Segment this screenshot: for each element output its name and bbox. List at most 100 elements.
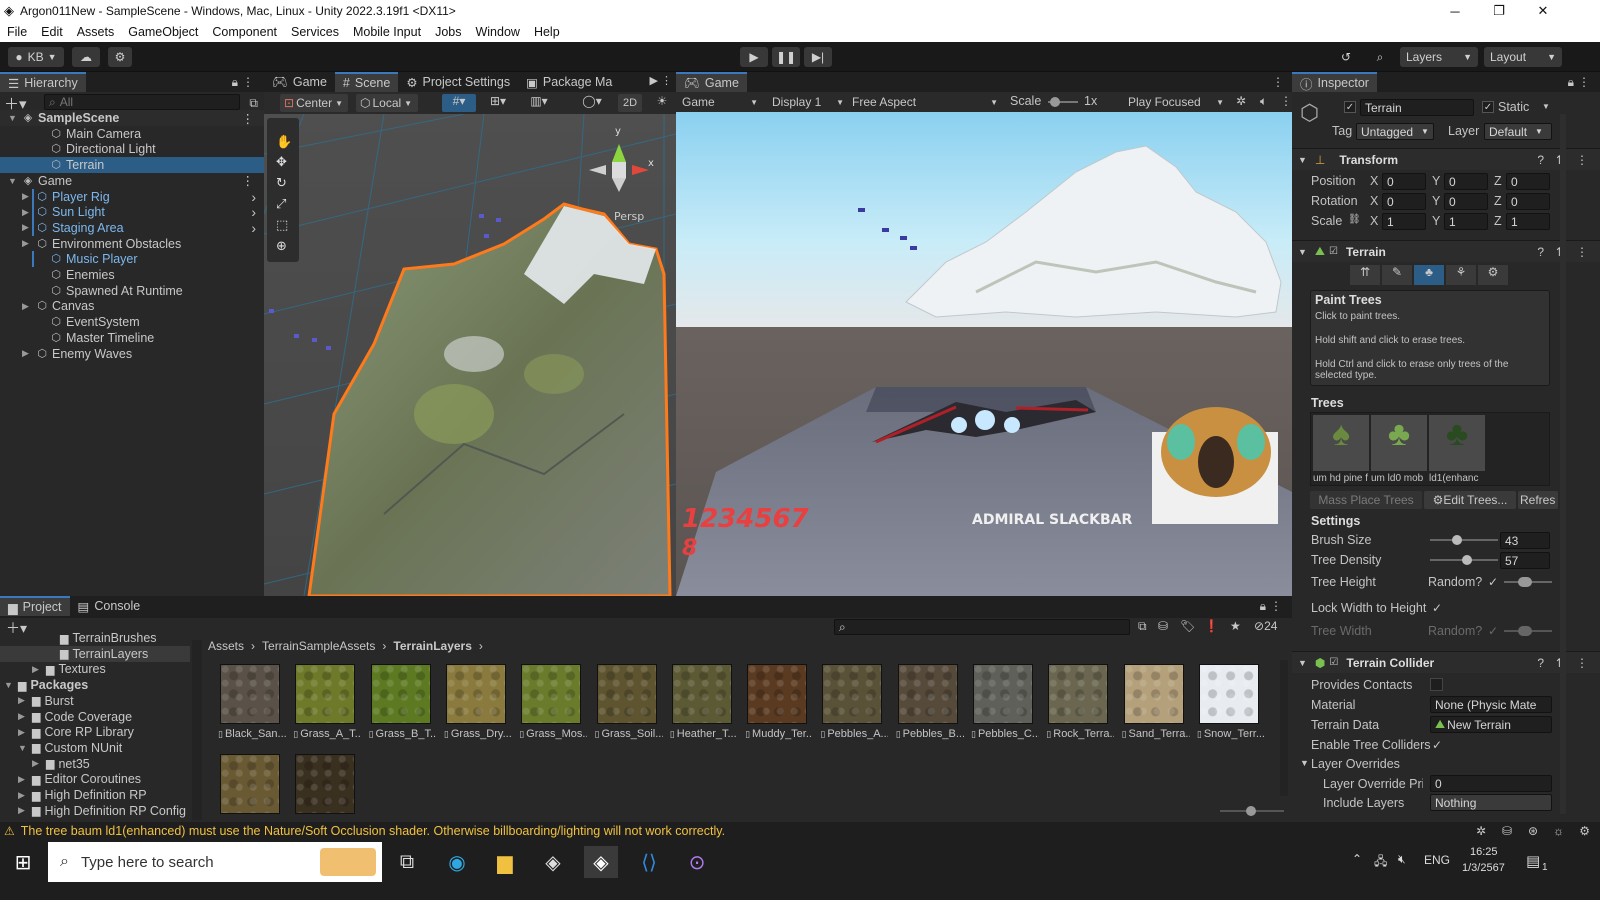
enabled-checkbox[interactable]: ☑ <box>1329 657 1338 668</box>
asset-thumbnail[interactable] <box>220 754 280 814</box>
asset-thumbnail[interactable] <box>445 664 506 724</box>
collab-button[interactable]: ⚙ <box>108 47 132 67</box>
network-icon[interactable]: 🖧︎ <box>1374 852 1387 873</box>
range-handle[interactable] <box>1518 626 1532 636</box>
project-folder-item[interactable]: ▼ ▆ Packages <box>0 677 190 693</box>
menu-edit[interactable]: Edit <box>34 25 70 39</box>
transform-y-field[interactable]: 0 <box>1444 173 1488 190</box>
layers-dropdown[interactable]: Layers ▼ <box>1400 47 1478 67</box>
scale-slider-handle[interactable] <box>1050 97 1060 107</box>
menu-component[interactable]: Component <box>205 25 284 39</box>
hierarchy-item[interactable]: ▶ ⬡ Enemy Waves <box>0 346 264 362</box>
vscode-taskbar-button[interactable]: ⟨⟩ <box>632 846 666 878</box>
play-button[interactable]: ▶ <box>740 47 768 67</box>
github-desktop-taskbar-button[interactable]: ⊙ <box>680 846 714 878</box>
asset-thumbnail[interactable] <box>295 664 356 724</box>
status-message[interactable]: The tree baum ld1(enhanced) must use the… <box>21 824 725 838</box>
chevron-right-icon[interactable]: › <box>251 189 256 205</box>
tab-project-settings[interactable]: ⚙ Project Settings <box>398 72 518 92</box>
warning-filter-icon[interactable]: ❗ <box>1204 619 1219 633</box>
tab-console[interactable]: ▤ Console <box>70 596 149 616</box>
tab-inspector[interactable]: ⓘ Inspector <box>1292 72 1377 92</box>
play-mode-dropdown[interactable]: Play Focused ▼ <box>1124 93 1228 111</box>
transform-y-field[interactable]: 1 <box>1444 213 1488 230</box>
project-folder-item[interactable]: ▶ ▆ Editor Coroutines <box>0 771 190 787</box>
project-search-input[interactable]: ⌕ <box>834 619 1130 635</box>
debug-icon[interactable]: ✲ <box>1476 824 1486 838</box>
tab-project[interactable]: ▆ Project <box>0 596 70 616</box>
tree-thumb-mob[interactable]: ♣ <box>1371 415 1427 471</box>
clock-date[interactable]: 1/3/2567 <box>1462 862 1505 874</box>
project-folder-item[interactable]: ▶ ▆ Core RP Library <box>0 724 190 740</box>
chevron-right-icon[interactable]: ▶ <box>18 805 32 816</box>
account-dropdown[interactable]: ● KB ▼ <box>8 47 64 67</box>
menu-window[interactable]: Window <box>468 25 526 39</box>
tab-game[interactable]: 🎮︎ Game <box>264 72 335 92</box>
chevron-down-icon[interactable]: ▼ <box>18 743 32 753</box>
unity-editor-taskbar-button[interactable]: ◈ <box>584 846 618 878</box>
project-folder-item[interactable]: ▆ TerrainLayers <box>0 645 190 662</box>
hierarchy-item[interactable]: ⬡ Directional Light <box>0 141 264 157</box>
edge-taskbar-button[interactable]: ◉ <box>440 846 474 878</box>
hierarchy-item[interactable]: ⬡ EventSystem <box>0 314 264 330</box>
terrain-settings-tool[interactable]: ⚙ <box>1478 265 1508 285</box>
lock-icon[interactable]: 🔒︎ <box>1260 599 1266 614</box>
clock-time[interactable]: 16:25 <box>1470 846 1498 858</box>
project-folder-item[interactable]: ▶ ▆ Burst <box>0 693 190 709</box>
transform-x-field[interactable]: 0 <box>1382 173 1426 190</box>
tree-density-field[interactable]: 57 <box>1500 552 1550 569</box>
favorites-icon[interactable]: ★ <box>1230 619 1241 633</box>
unity-hub-taskbar-button[interactable]: ◈ <box>536 846 570 878</box>
notification-icon[interactable]: ▤ <box>1526 852 1540 870</box>
chevron-down-icon[interactable]: ▼ <box>1300 758 1309 768</box>
project-folder-item[interactable]: ▶ ▆ High Definition RP <box>0 787 190 803</box>
static-checkbox[interactable]: ✓ <box>1482 101 1494 113</box>
settings-icon[interactable]: ⚙ <box>1579 824 1590 838</box>
folder-tree-scrollbar[interactable] <box>192 640 202 820</box>
terrain-component-header[interactable]: ▼ ⛰ ☑ Terrain ?⇅⋮ <box>1292 240 1600 262</box>
volume-muted-icon[interactable]: 🔇︎ <box>1398 852 1406 867</box>
include-layers-dropdown[interactable]: Nothing <box>1430 794 1552 811</box>
tag-dropdown[interactable]: Untagged ▼ <box>1356 123 1434 140</box>
filter-by-type-icon[interactable]: ⛁ <box>1158 619 1168 633</box>
windows-start-button[interactable]: ⊞ <box>6 846 40 878</box>
more-icon[interactable]: ⋮ <box>1576 153 1588 167</box>
random-height-checkbox[interactable]: ✓ <box>1488 575 1498 589</box>
thumbnail-size-slider[interactable] <box>1220 806 1284 816</box>
random-width-checkbox[interactable]: ✓ <box>1488 624 1498 638</box>
brush-size-field[interactable]: 43 <box>1500 532 1550 549</box>
project-folder-item[interactable]: ▆ TerrainBrushes <box>0 630 190 646</box>
taskbar-search-box[interactable]: ⌕ Type here to search <box>48 842 382 882</box>
brush-size-slider[interactable] <box>1430 535 1498 545</box>
enabled-checkbox[interactable]: ☑ <box>1329 246 1338 257</box>
hierarchy-item[interactable]: ⬡ Main Camera <box>0 126 264 142</box>
project-folder-item[interactable]: ▼ ▆ Custom NUnit <box>0 740 190 756</box>
terrain-collider-header[interactable]: ▼ ⬢ ☑ Terrain Collider ?⇅⋮ <box>1292 651 1600 673</box>
scale-slider[interactable] <box>1048 97 1078 107</box>
menu-gameobject[interactable]: GameObject <box>121 25 205 39</box>
asset-thumbnail[interactable] <box>220 664 280 724</box>
mass-place-trees-button[interactable]: Mass Place Trees <box>1310 491 1422 509</box>
bug-icon[interactable]: ✲ <box>1236 94 1246 108</box>
lock-width-checkbox[interactable]: ✓ <box>1432 601 1442 615</box>
grid-snap-button[interactable]: #▾ <box>442 94 476 112</box>
chevron-right-icon[interactable]: ▶ <box>22 301 36 312</box>
layer-dropdown[interactable]: Default ▼ <box>1484 123 1552 140</box>
cloud-button[interactable]: ☁ <box>72 47 100 67</box>
layer-override-priority-field[interactable]: 0 <box>1430 775 1552 792</box>
material-field[interactable]: None (Physic Mate <box>1430 696 1552 713</box>
explorer-taskbar-button[interactable]: ▆ <box>488 846 522 878</box>
project-folder-item[interactable]: ▶ ▆ net35 <box>0 756 190 772</box>
edit-trees-button[interactable]: ⚙Edit Trees... <box>1424 491 1516 509</box>
hidden-packages-icon[interactable]: ⊘24 <box>1254 619 1277 633</box>
asset-thumbnail[interactable] <box>370 664 431 724</box>
more-icon[interactable]: ⋮ <box>1576 245 1588 259</box>
close-button[interactable]: ✕ <box>1520 0 1566 22</box>
paint-terrain-tool[interactable]: ✎ <box>1382 265 1412 285</box>
asset-thumbnail[interactable] <box>747 664 808 724</box>
project-folder-item[interactable]: ▶ ▆ High Definition RP Config <box>0 803 190 819</box>
chevron-down-icon[interactable]: ▼ <box>8 113 22 123</box>
active-checkbox[interactable]: ✓ <box>1344 101 1356 113</box>
tree-density-handle[interactable] <box>1462 555 1472 565</box>
maximize-button[interactable]: ❐ <box>1476 0 1522 22</box>
